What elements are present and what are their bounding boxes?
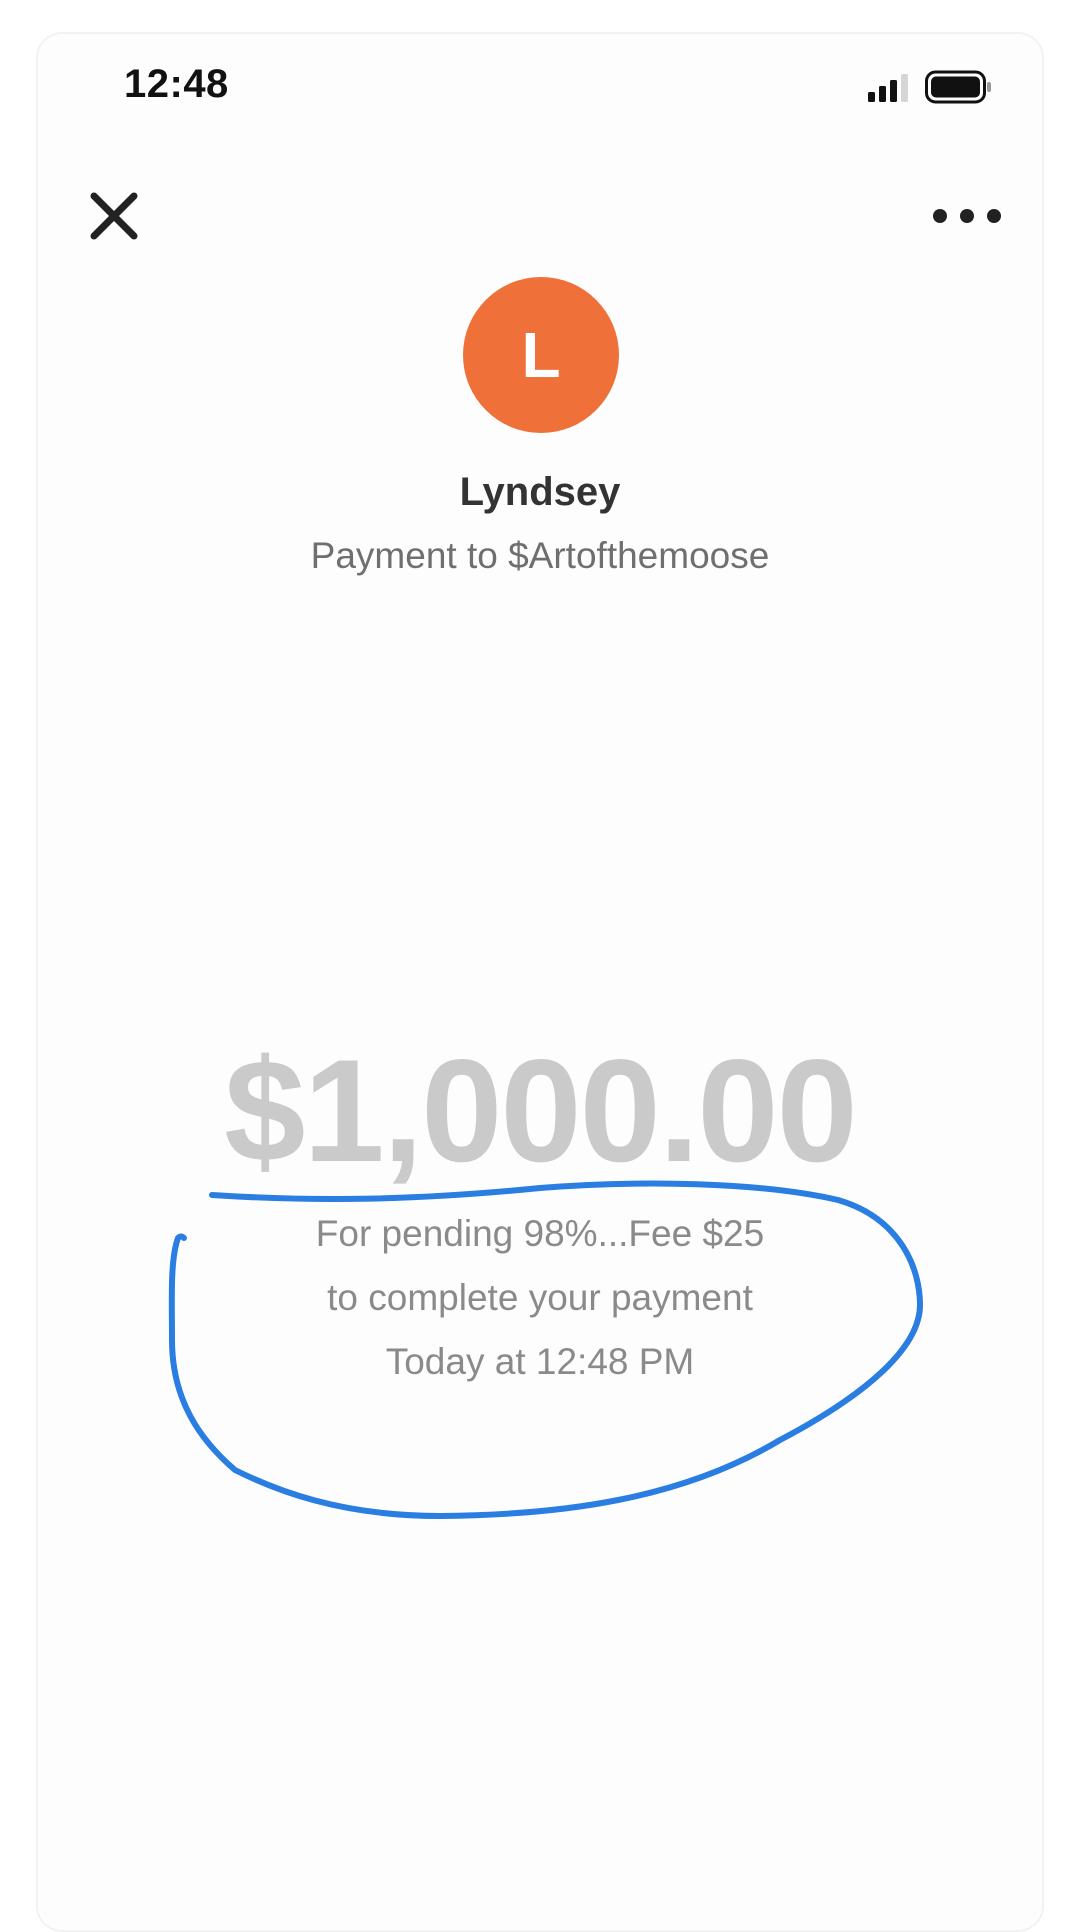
status-bar-time: 12:48 bbox=[124, 62, 229, 106]
cellular-signal-icon bbox=[868, 74, 908, 102]
payment-timestamp: Today at 12:48 PM bbox=[385, 1341, 695, 1382]
avatar[interactable]: L bbox=[463, 277, 619, 433]
payment-recipient-cashtag: Payment to $Artofthemoose bbox=[310, 535, 770, 576]
payment-note-line-1: For pending 98%...Fee $25 bbox=[315, 1213, 765, 1254]
payment-note-line-2: to complete your payment bbox=[327, 1277, 753, 1318]
battery-icon bbox=[925, 70, 991, 104]
more-options-button[interactable] bbox=[930, 198, 1004, 234]
recipient-name: Lyndsey bbox=[459, 470, 621, 514]
more-horizontal-icon bbox=[933, 209, 1001, 223]
close-icon bbox=[90, 192, 138, 240]
close-button[interactable] bbox=[86, 188, 142, 244]
payment-amount: $1,000.00 bbox=[224, 1029, 858, 1192]
